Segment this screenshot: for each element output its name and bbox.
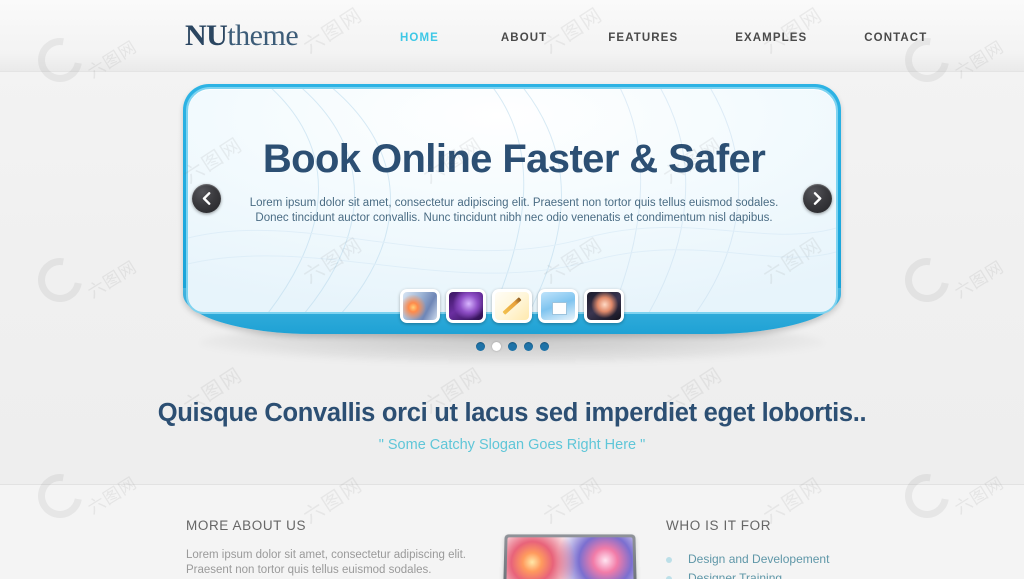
thumbnail-image-3 xyxy=(495,292,529,320)
nav-item-about[interactable]: ABOUT xyxy=(501,32,547,44)
nav-item-examples[interactable]: EXAMPLES xyxy=(735,32,807,44)
document-icon xyxy=(552,302,567,315)
column-who-is-it-for: WHO IS IT FOR Design and Developement De… xyxy=(666,518,966,579)
hero-dot-2[interactable] xyxy=(491,342,501,351)
tagline-section: Quisque Convallis orci ut lacus sed impe… xyxy=(0,398,1024,454)
thumbnail-image-5 xyxy=(587,292,621,320)
more-about-us-heading: MORE ABOUT US xyxy=(186,518,307,533)
logo-bold-text: NU xyxy=(185,19,228,52)
thumbnail-image-4 xyxy=(541,292,575,320)
hero-thumbnail-3[interactable] xyxy=(492,289,532,323)
hero-slider: Book Online Faster & Safer Lorem ipsum d… xyxy=(183,84,841,364)
hero-screen: Book Online Faster & Safer Lorem ipsum d… xyxy=(186,87,838,314)
chevron-right-icon xyxy=(813,192,822,205)
hero-dot-5[interactable] xyxy=(539,342,549,351)
hero-thumbnail-2[interactable] xyxy=(446,289,486,323)
spiral-icon xyxy=(29,249,91,311)
hero-dot-3[interactable] xyxy=(507,342,517,351)
hero-next-button[interactable] xyxy=(803,184,832,213)
nav-item-features[interactable]: FEATURES xyxy=(608,32,678,44)
site-header: NUtheme HOME ABOUT FEATURES EXAMPLES CON… xyxy=(0,0,1024,72)
logo-light-text: theme xyxy=(227,19,299,52)
hero-dot-4[interactable] xyxy=(523,342,533,351)
hero-thumbnail-strip xyxy=(183,289,841,323)
who-is-it-for-list: Design and Developement Designer Trainin… xyxy=(666,550,966,579)
hero-dot-1[interactable] xyxy=(475,342,485,351)
column-more-about-us: MORE ABOUT US Lorem ipsum dolor sit amet… xyxy=(186,518,470,578)
watermark-logo: 六图网 xyxy=(29,249,141,311)
nav-item-contact[interactable]: CONTACT xyxy=(864,32,927,44)
page-root: NUtheme HOME ABOUT FEATURES EXAMPLES CON… xyxy=(0,0,1024,579)
list-item[interactable]: Design and Developement xyxy=(666,550,966,569)
spiral-icon xyxy=(896,249,958,311)
hero-prev-button[interactable] xyxy=(192,184,221,213)
laptop-icon xyxy=(503,534,637,579)
watermark-logo: 六图网 xyxy=(896,249,1008,311)
chevron-left-icon xyxy=(202,192,211,205)
tagline-slogan: " Some Catchy Slogan Goes Right Here " xyxy=(378,437,646,453)
nav-item-home[interactable]: HOME xyxy=(400,32,439,44)
main-navigation: HOME ABOUT FEATURES EXAMPLES CONTACT xyxy=(400,32,927,44)
site-logo[interactable]: NUtheme xyxy=(185,19,299,53)
tagline-headline: Quisque Convallis orci ut lacus sed impe… xyxy=(157,399,867,427)
hero-thumbnail-4[interactable] xyxy=(538,289,578,323)
hero-description: Lorem ipsum dolor sit amet, consectetur … xyxy=(249,197,779,224)
hero-thumbnail-5[interactable] xyxy=(584,289,624,323)
thumbnail-image-1 xyxy=(403,292,437,320)
hero-title: Book Online Faster & Safer xyxy=(262,137,766,181)
pencil-icon xyxy=(502,297,522,315)
laptop-screen-image xyxy=(506,537,634,579)
thumbnail-image-2 xyxy=(449,292,483,320)
column-laptop-illustration xyxy=(490,526,650,579)
hero-pagination xyxy=(183,342,841,351)
hero-thumbnail-1[interactable] xyxy=(400,289,440,323)
who-is-it-for-heading: WHO IS IT FOR xyxy=(666,518,772,533)
more-about-us-body: Lorem ipsum dolor sit amet, consectetur … xyxy=(186,549,466,576)
list-item[interactable]: Designer Training xyxy=(666,569,966,579)
